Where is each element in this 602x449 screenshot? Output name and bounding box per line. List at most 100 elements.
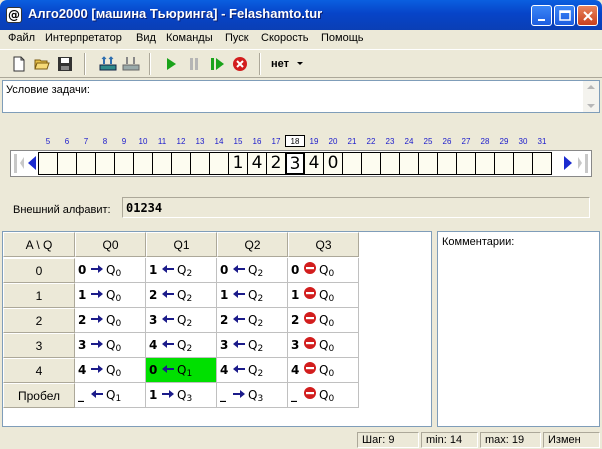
table-cell[interactable]: 4 Q0 (75, 358, 146, 383)
tape-cell[interactable] (475, 152, 495, 175)
scroll-up-icon[interactable] (587, 85, 595, 89)
run-button[interactable] (160, 53, 182, 75)
table-cell[interactable]: 1 Q2 (217, 283, 288, 308)
tape-cell[interactable] (437, 152, 457, 175)
tape-cell[interactable] (399, 152, 419, 175)
menu-help[interactable]: Помощь (321, 32, 364, 44)
tape-cell[interactable] (532, 152, 552, 175)
stop-button[interactable] (229, 53, 251, 75)
comments-area[interactable]: Комментарии: (437, 231, 600, 427)
symbol-header[interactable]: 0 (3, 258, 75, 283)
table-cell[interactable]: 4 Q2 (146, 333, 217, 358)
table-cell[interactable]: _ Q0 (288, 383, 359, 408)
tape-cell[interactable] (494, 152, 514, 175)
tape-index: 26 (442, 137, 452, 146)
tape-cell[interactable] (114, 152, 134, 175)
title-bar[interactable]: @ Алго2000 [машина Тьюринга] - Felashamt… (0, 0, 602, 30)
tape-right-end[interactable] (576, 152, 590, 175)
table-cell[interactable]: _ Q3 (217, 383, 288, 408)
save-button[interactable] (54, 53, 76, 75)
symbol-header[interactable]: 3 (3, 333, 75, 358)
tape-index: 9 (121, 137, 127, 146)
tape-index: 23 (385, 137, 395, 146)
tape-scroll-left-button[interactable] (25, 152, 39, 175)
tape-cell[interactable] (418, 152, 438, 175)
table-cell[interactable]: 3 Q0 (75, 333, 146, 358)
table-cell[interactable]: 4 Q2 (217, 358, 288, 383)
symbol-header[interactable]: 1 (3, 283, 75, 308)
tape-cell[interactable]: 1 (228, 152, 248, 175)
tape-down-button[interactable] (119, 53, 141, 75)
table-cell[interactable]: 3 Q0 (288, 333, 359, 358)
tape-cell[interactable]: 2 (266, 152, 286, 175)
table-cell[interactable]: 1 Q2 (146, 258, 217, 283)
next-state: Q3 (248, 388, 263, 404)
tape-cell[interactable] (152, 152, 172, 175)
tape-cell[interactable]: 4 (247, 152, 267, 175)
tape-cell[interactable]: 3 (285, 152, 305, 175)
tape-cell[interactable] (361, 152, 381, 175)
scroll-down-icon[interactable] (587, 104, 595, 108)
tape-cell[interactable] (57, 152, 77, 175)
tape-up-button[interactable] (96, 53, 118, 75)
table-cell[interactable]: 4 Q0 (288, 358, 359, 383)
tape-cell[interactable] (209, 152, 229, 175)
tape-cell[interactable] (190, 152, 210, 175)
tape-left-end[interactable] (12, 152, 26, 175)
tape-cell[interactable]: 0 (323, 152, 343, 175)
close-button[interactable] (577, 5, 598, 26)
arrow-right-icon (90, 284, 104, 298)
open-folder-icon (34, 59, 50, 70)
tape-scroll-right-button[interactable] (561, 152, 575, 175)
tape-cell[interactable] (133, 152, 153, 175)
symbol-header[interactable]: Пробел (3, 383, 75, 408)
speed-dropdown[interactable]: нет (267, 54, 307, 74)
table-cell[interactable]: 2 Q2 (217, 308, 288, 333)
maximize-button[interactable] (554, 5, 575, 26)
tape-cell[interactable] (456, 152, 476, 175)
step-button[interactable] (206, 53, 228, 75)
task-scrollbar[interactable] (583, 81, 599, 112)
arrow-left-icon (28, 156, 36, 170)
pause-button[interactable] (183, 53, 205, 75)
table-cell[interactable]: 1 Q3 (146, 383, 217, 408)
task-condition-area[interactable]: Условие задачи: (2, 80, 600, 113)
open-file-button[interactable] (31, 53, 53, 75)
tape-cell[interactable] (95, 152, 115, 175)
menu-file[interactable]: Файл (8, 32, 35, 44)
menu-speed[interactable]: Скорость (261, 32, 309, 44)
write-symbol: 3 (291, 338, 300, 352)
state-header[interactable]: Q1 (146, 232, 217, 257)
table-cell[interactable]: 3 Q2 (217, 333, 288, 358)
table-cell[interactable]: 0 Q2 (217, 258, 288, 283)
table-cell[interactable]: _ Q1 (75, 383, 146, 408)
table-cell[interactable]: 0 Q0 (288, 258, 359, 283)
menu-run[interactable]: Пуск (225, 32, 249, 44)
table-cell[interactable]: 0 Q1 (146, 358, 217, 383)
new-file-button[interactable] (8, 53, 30, 75)
tape-cell[interactable] (380, 152, 400, 175)
tape-cell[interactable] (342, 152, 362, 175)
tape-cell[interactable] (76, 152, 96, 175)
table-cell[interactable]: 1 Q0 (288, 283, 359, 308)
tape-cell[interactable] (513, 152, 533, 175)
table-cell[interactable]: 0 Q0 (75, 258, 146, 283)
alphabet-field[interactable]: 01234 (122, 197, 590, 218)
minimize-button[interactable] (531, 5, 552, 26)
state-header[interactable]: Q3 (288, 232, 359, 257)
table-cell[interactable]: 1 Q0 (75, 283, 146, 308)
tape-cell[interactable] (171, 152, 191, 175)
table-cell[interactable]: 3 Q2 (146, 308, 217, 333)
tape-cell[interactable] (38, 152, 58, 175)
state-header[interactable]: Q0 (75, 232, 146, 257)
table-cell[interactable]: 2 Q0 (75, 308, 146, 333)
table-cell[interactable]: 2 Q2 (146, 283, 217, 308)
menu-view[interactable]: Вид (136, 32, 156, 44)
menu-commands[interactable]: Команды (166, 32, 213, 44)
tape-cell[interactable]: 4 (304, 152, 324, 175)
symbol-header[interactable]: 4 (3, 358, 75, 383)
menu-interpreter[interactable]: Интерпретатор (45, 32, 122, 44)
state-header[interactable]: Q2 (217, 232, 288, 257)
symbol-header[interactable]: 2 (3, 308, 75, 333)
table-cell[interactable]: 2 Q0 (288, 308, 359, 333)
